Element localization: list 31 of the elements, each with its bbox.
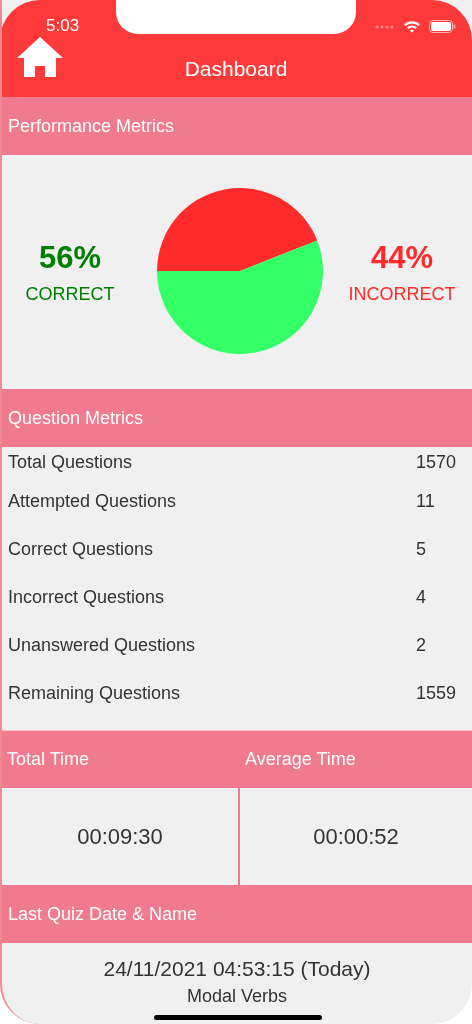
percentage: 56%: [38, 239, 101, 276]
metric-value: 5: [416, 538, 427, 560]
metric-value: 11: [416, 490, 436, 512]
section-title: Last Quiz Date & Name: [8, 903, 198, 925]
metric-value: 4: [416, 586, 427, 608]
stat-label: CORRECT: [25, 283, 115, 305]
quiz-name: Modal Verbs: [186, 986, 288, 1007]
section-title: Average Time: [245, 749, 356, 770]
metric-label: Incorrect Questions: [8, 586, 165, 608]
metric-value: 2: [416, 634, 427, 656]
stat-label: INCORRECT: [348, 283, 456, 305]
metric-label: Unanswered Questions: [8, 634, 196, 656]
metric-value: 1559: [416, 682, 458, 704]
screen-title: Dashboard: [184, 56, 288, 81]
metric-label: Total Questions: [8, 451, 133, 473]
time-value: 00:09:30: [77, 823, 163, 850]
quiz-date: 24/11/2021 04:53:15 (Today): [103, 957, 371, 981]
battery-icon: [429, 20, 456, 33]
time-value: 00:00:52: [313, 823, 399, 850]
home-icon[interactable]: [16, 36, 64, 78]
metric-label: Attempted Questions: [8, 490, 177, 512]
signal-icon: [375, 24, 395, 29]
section-title: Total Time: [7, 749, 90, 770]
status-time: 5:03: [46, 16, 81, 36]
metric-label: Remaining Questions: [8, 682, 181, 704]
wifi-icon: [403, 20, 421, 33]
section-title: Performance Metrics: [8, 115, 175, 137]
metric-label: Correct Questions: [8, 538, 154, 560]
percentage: 44%: [370, 239, 433, 276]
section-title: Question Metrics: [8, 407, 144, 429]
metric-value: 1570: [416, 451, 458, 473]
